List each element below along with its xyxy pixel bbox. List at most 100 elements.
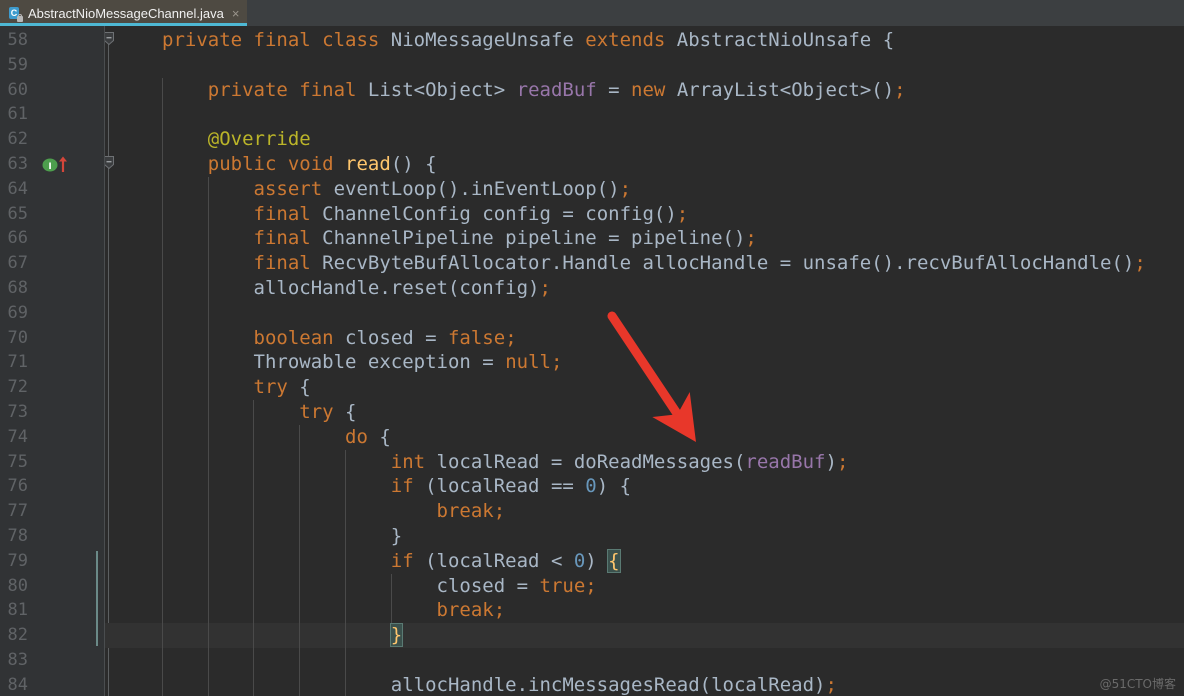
- line-number: 78: [0, 524, 28, 549]
- code-line[interactable]: allocHandle.incMessagesRead(localRead);: [105, 673, 837, 696]
- code-token: closed =: [437, 575, 540, 597]
- code-line[interactable]: [105, 648, 391, 673]
- leading-indent: [162, 178, 254, 200]
- code-line[interactable]: public void read() {: [105, 152, 437, 177]
- code-token: ;: [505, 327, 516, 349]
- code-token: readBuf: [745, 451, 825, 473]
- code-line[interactable]: boolean closed = false;: [105, 326, 517, 351]
- editor-tab-bar: C AbstractNioMessageChannel.java ×: [0, 0, 1184, 26]
- leading-indent: [162, 401, 299, 423]
- code-line[interactable]: allocHandle.reset(config);: [105, 276, 551, 301]
- code-line[interactable]: private final List<Object> readBuf = new…: [105, 78, 906, 103]
- ide-editor-window: C AbstractNioMessageChannel.java × 5859606…: [0, 0, 1184, 696]
- code-line[interactable]: break;: [105, 499, 505, 524]
- code-token: true: [540, 575, 586, 597]
- code-content-area[interactable]: private final class NioMessageUnsafe ext…: [105, 26, 1184, 696]
- close-icon[interactable]: ×: [230, 7, 240, 20]
- line-number: 70: [0, 326, 28, 351]
- code-line[interactable]: break;: [105, 598, 505, 623]
- editor-tab[interactable]: C AbstractNioMessageChannel.java ×: [0, 0, 247, 26]
- leading-indent: [162, 451, 391, 473]
- code-line[interactable]: if (localRead < 0) {: [105, 549, 620, 574]
- code-token: ) {: [597, 475, 631, 497]
- code-line[interactable]: }: [105, 623, 402, 648]
- code-token: private: [162, 29, 254, 51]
- code-token: ;: [494, 500, 505, 522]
- leading-indent: [162, 327, 254, 349]
- java-class-icon: C: [7, 6, 22, 21]
- code-line[interactable]: }: [105, 524, 402, 549]
- code-line[interactable]: assert eventLoop().inEventLoop();: [105, 177, 631, 202]
- code-line[interactable]: do {: [105, 425, 391, 450]
- code-line[interactable]: private final class NioMessageUnsafe ext…: [105, 28, 894, 53]
- code-line[interactable]: if (localRead == 0) {: [105, 474, 631, 499]
- line-number: 62: [0, 127, 28, 152]
- code-token: RecvByteBufAllocator.Handle allocHandle …: [322, 252, 1134, 274]
- code-line[interactable]: final ChannelConfig config = config();: [105, 202, 688, 227]
- code-token: final: [254, 203, 323, 225]
- code-line[interactable]: [105, 102, 208, 127]
- code-token: ;: [894, 79, 905, 101]
- code-token: extends: [585, 29, 677, 51]
- code-editor[interactable]: 5859606162636465666768697071727374757677…: [0, 26, 1184, 696]
- leading-indent: [162, 351, 254, 373]
- code-token: closed =: [345, 327, 448, 349]
- code-line[interactable]: @Override: [105, 127, 311, 152]
- code-token: eventLoop().inEventLoop(): [334, 178, 620, 200]
- leading-indent: [162, 277, 254, 299]
- code-line[interactable]: final ChannelPipeline pipeline = pipelin…: [105, 226, 757, 251]
- leading-indent: [162, 103, 208, 125]
- code-line[interactable]: Throwable exception = null;: [105, 350, 562, 375]
- code-token: @Override: [208, 128, 311, 150]
- code-token: int: [391, 451, 437, 473]
- code-token: {: [608, 550, 619, 572]
- code-token: final: [299, 79, 368, 101]
- code-token: ;: [677, 203, 688, 225]
- editor-tab-label: AbstractNioMessageChannel.java: [28, 6, 224, 21]
- code-token: {: [368, 426, 391, 448]
- code-token: if: [391, 475, 425, 497]
- code-token: ChannelConfig config = config(): [322, 203, 677, 225]
- code-token: ;: [1134, 252, 1145, 274]
- line-number: 82: [0, 623, 28, 648]
- brace-match-indicator: [96, 551, 98, 646]
- code-token: if: [391, 550, 425, 572]
- line-number: 80: [0, 574, 28, 599]
- code-token: ;: [540, 277, 551, 299]
- code-line[interactable]: final RecvByteBufAllocator.Handle allocH…: [105, 251, 1146, 276]
- code-token: private: [208, 79, 300, 101]
- code-line[interactable]: [105, 53, 162, 78]
- code-token: class: [322, 29, 391, 51]
- lock-badge-icon: [17, 16, 23, 22]
- code-token: ;: [585, 575, 596, 597]
- code-token: ;: [620, 178, 631, 200]
- editor-gutter[interactable]: 5859606162636465666768697071727374757677…: [0, 26, 104, 696]
- code-token: ;: [745, 227, 756, 249]
- code-token: final: [254, 252, 323, 274]
- line-number: 67: [0, 251, 28, 276]
- code-line[interactable]: closed = true;: [105, 574, 597, 599]
- code-line[interactable]: int localRead = doReadMessages(readBuf);: [105, 450, 848, 475]
- code-line[interactable]: [105, 301, 254, 326]
- code-token: new: [631, 79, 677, 101]
- line-number: 61: [0, 102, 28, 127]
- code-token: () {: [391, 153, 437, 175]
- code-token: ;: [837, 451, 848, 473]
- code-line[interactable]: try {: [105, 375, 311, 400]
- code-line[interactable]: try {: [105, 400, 357, 425]
- leading-indent: [162, 624, 391, 646]
- line-number: 64: [0, 177, 28, 202]
- leading-indent: [162, 153, 208, 175]
- line-number: 72: [0, 375, 28, 400]
- gutter-marker-group[interactable]: I: [42, 154, 72, 176]
- code-token: ;: [551, 351, 562, 373]
- line-number: 81: [0, 598, 28, 623]
- line-number: 75: [0, 450, 28, 475]
- line-number: 74: [0, 425, 28, 450]
- code-token: public: [208, 153, 288, 175]
- code-token: (localRead <: [425, 550, 574, 572]
- line-number: 73: [0, 400, 28, 425]
- leading-indent: [162, 575, 437, 597]
- leading-indent: [162, 475, 391, 497]
- code-token: allocHandle.incMessagesRead(localRead): [391, 674, 826, 696]
